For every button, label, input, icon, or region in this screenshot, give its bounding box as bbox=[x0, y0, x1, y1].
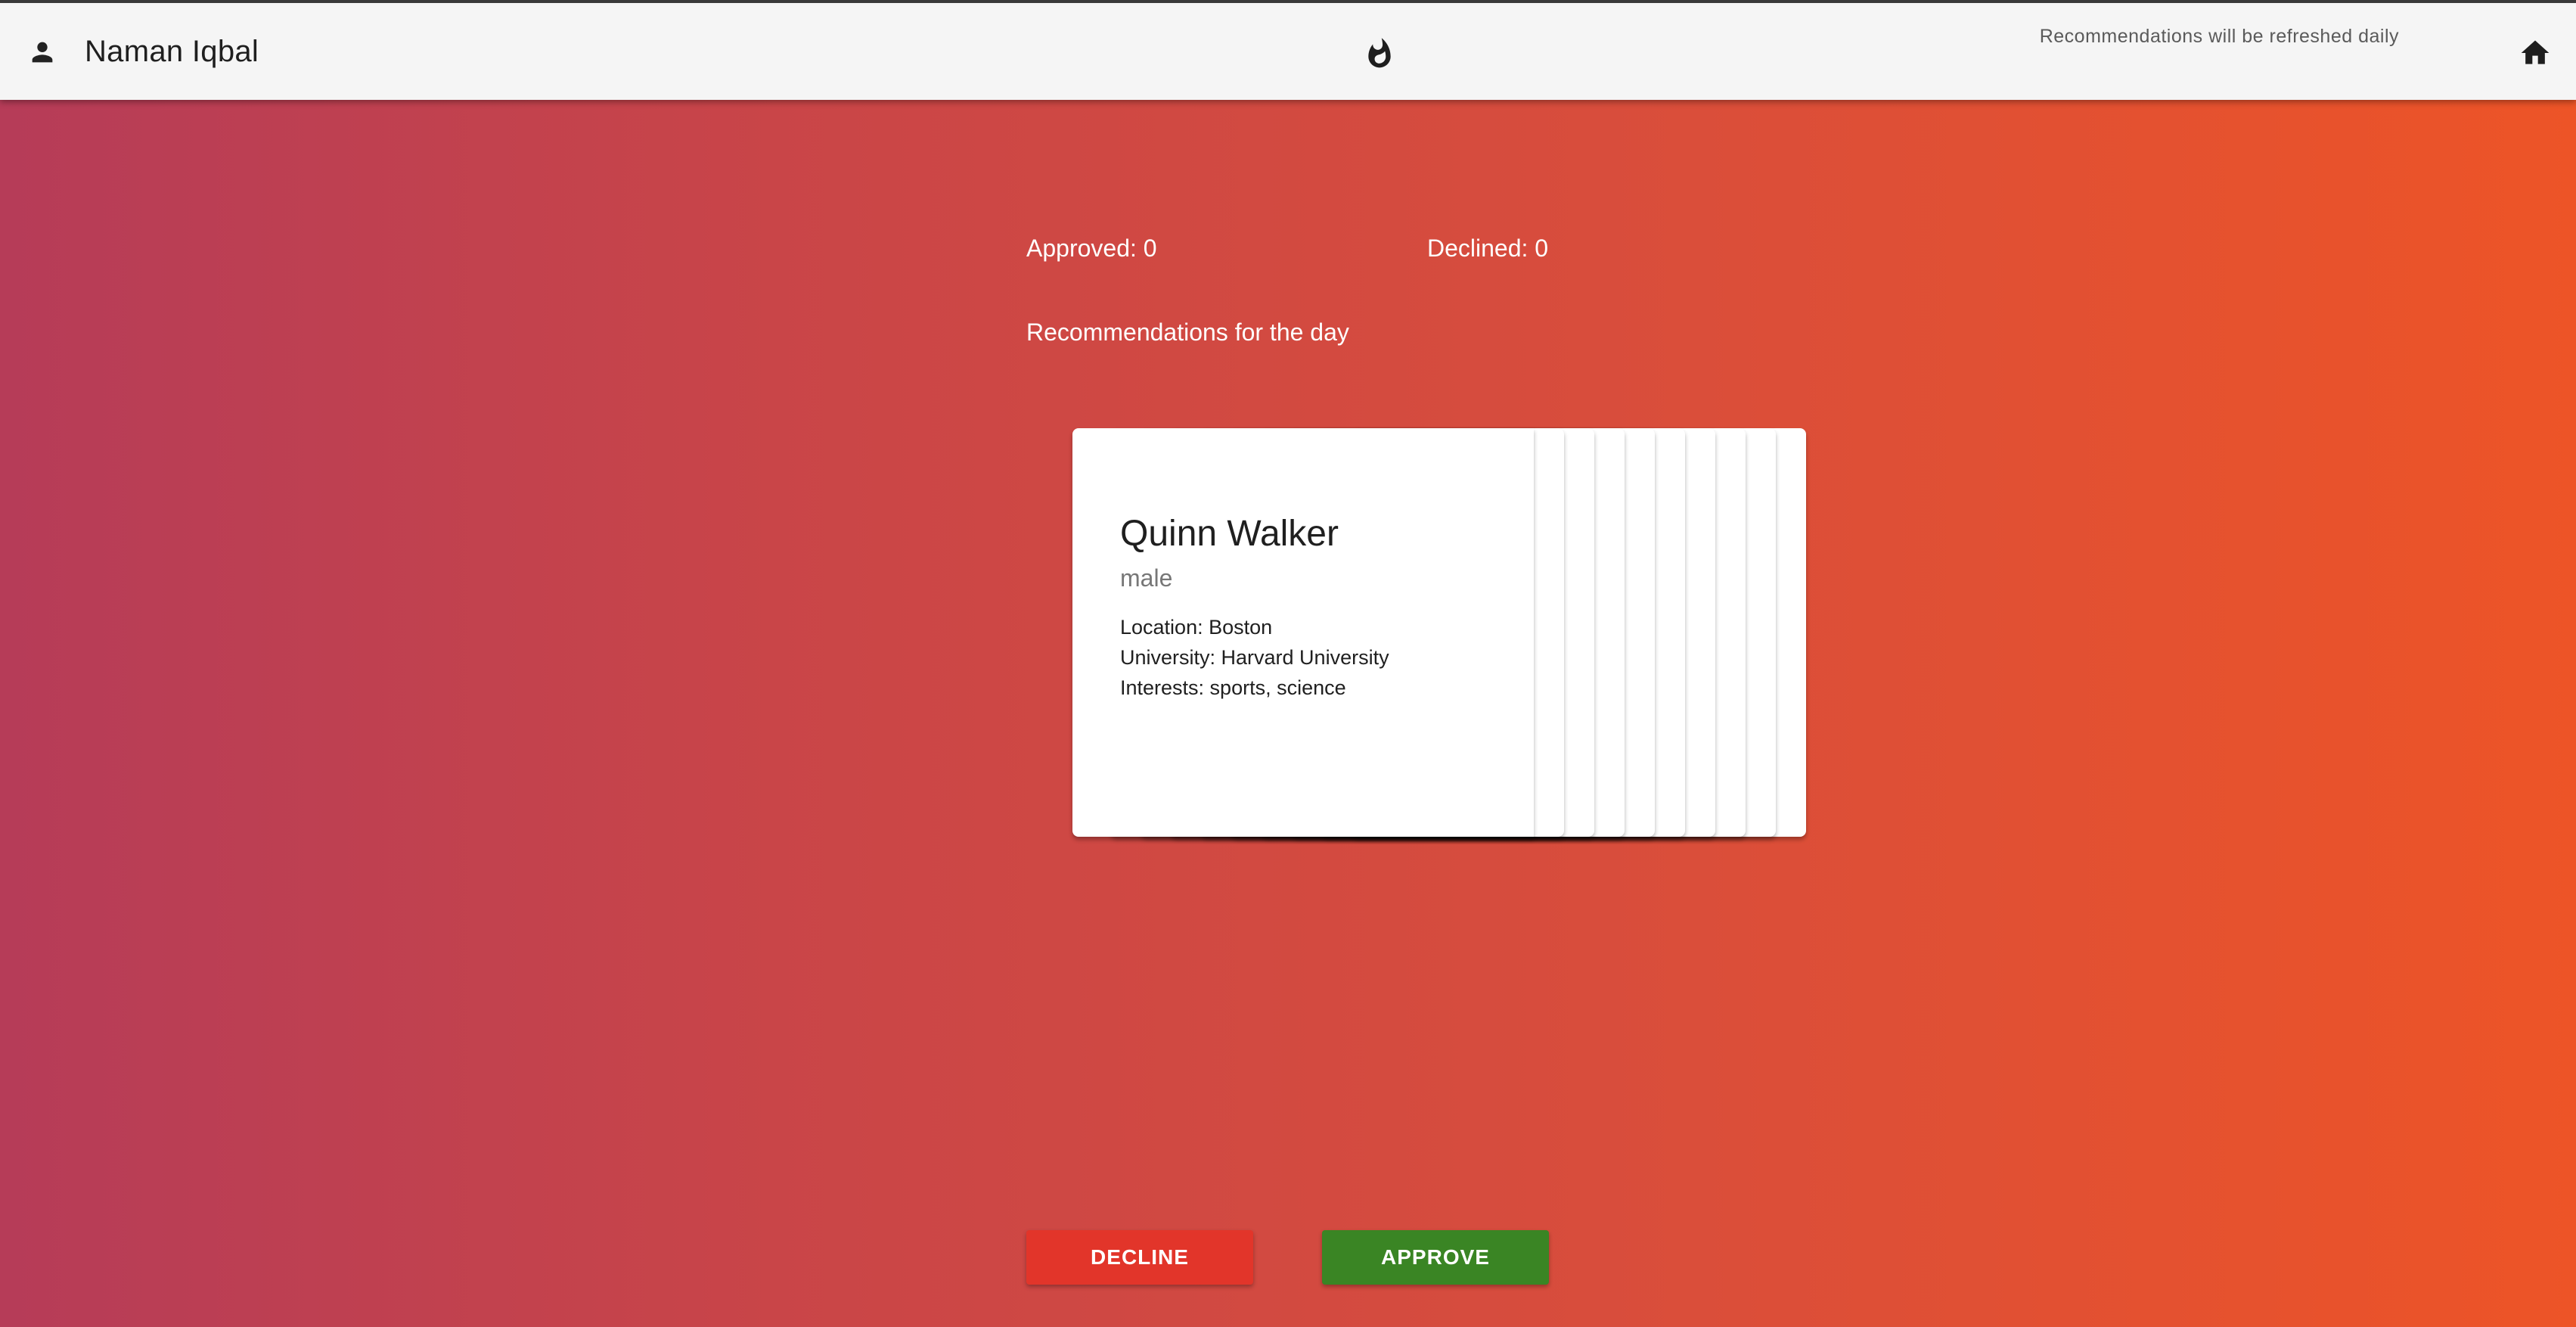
profile-card[interactable]: Quinn Walker male Location: Boston Unive… bbox=[1072, 428, 1534, 837]
approved-count: Approved: 0 bbox=[1026, 235, 1157, 262]
section-title: Recommendations for the day bbox=[1026, 319, 1349, 346]
profile-gender: male bbox=[1120, 564, 1173, 592]
user-name: Naman Iqbal bbox=[85, 35, 259, 68]
profile-location: Location: Boston bbox=[1120, 616, 1273, 639]
profile-interests: Interests: sports, science bbox=[1120, 676, 1346, 699]
approve-button[interactable]: APPROVE bbox=[1322, 1230, 1549, 1285]
decline-button[interactable]: DECLINE bbox=[1026, 1230, 1253, 1285]
flame-icon bbox=[1368, 38, 1391, 68]
recommendation-card-stack: Quinn Walker male Location: Boston Unive… bbox=[1072, 428, 1806, 837]
profile-university: University: Harvard University bbox=[1120, 646, 1389, 669]
profile-name: Quinn Walker bbox=[1120, 514, 1339, 554]
person-icon bbox=[32, 42, 53, 63]
declined-count: Declined: 0 bbox=[1427, 235, 1549, 262]
home-icon bbox=[2521, 40, 2550, 64]
top-app-bar: Naman Iqbal Recommendations will be refr… bbox=[0, 0, 2576, 100]
home-button[interactable] bbox=[2514, 32, 2556, 74]
refresh-note: Recommendations will be refreshed daily bbox=[2039, 26, 2399, 47]
